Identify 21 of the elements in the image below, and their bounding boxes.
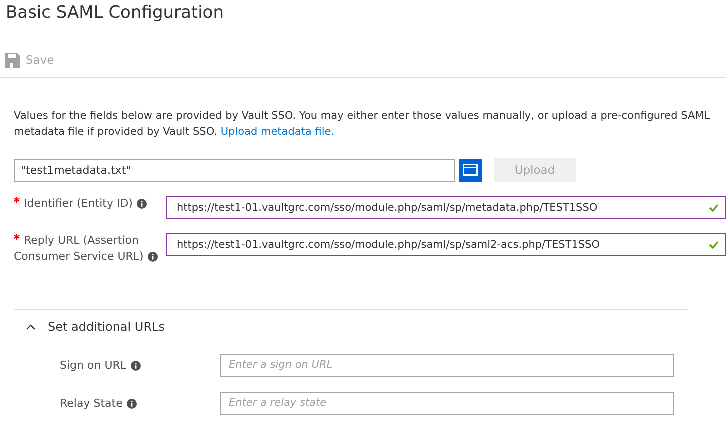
field-label: Sign on URL — [60, 358, 220, 372]
additional-urls-toggle[interactable]: Set additional URLs — [26, 320, 165, 334]
url-field[interactable]: https://test1-01.vaultgrc.com/sso/module.php/saml/sp/metadata.php/TEST1SSO — [166, 196, 726, 219]
upload-metadata-link[interactable]: Upload metadata file. — [220, 126, 335, 138]
folder-icon — [463, 164, 478, 176]
info-icon[interactable] — [148, 252, 158, 262]
input-field[interactable]: Enter a sign on URL — [220, 354, 674, 376]
chevron-up-icon — [26, 324, 36, 330]
info-icon[interactable] — [130, 360, 141, 370]
field-label: Identifier (Entity ID) — [14, 196, 166, 212]
url-field[interactable]: https://test1-01.vaultgrc.com/sso/module.php/saml/sp/saml2-acs.php/TEST1SSO — [166, 233, 726, 256]
folder-button[interactable] — [459, 158, 482, 182]
save-icon — [5, 52, 20, 68]
input-field[interactable]: Enter a relay state — [220, 392, 674, 414]
info-icon[interactable] — [126, 398, 137, 408]
info-icon[interactable] — [136, 199, 147, 209]
field-label: Reply URL (Assertion Consumer Service URL) — [14, 233, 166, 265]
file-field[interactable]: "test1metadata.txt" — [14, 158, 455, 182]
intro-text: Values for the fields below are provided by Vault SSO. You may either enter those values manually, or upload a pre-configured SAML metadata file if provided by Vault SSO. Upload metadata file. — [14, 109, 712, 140]
page-title: Basic SAML Configuration — [5, 2, 225, 25]
field-label: Relay State — [60, 396, 220, 410]
